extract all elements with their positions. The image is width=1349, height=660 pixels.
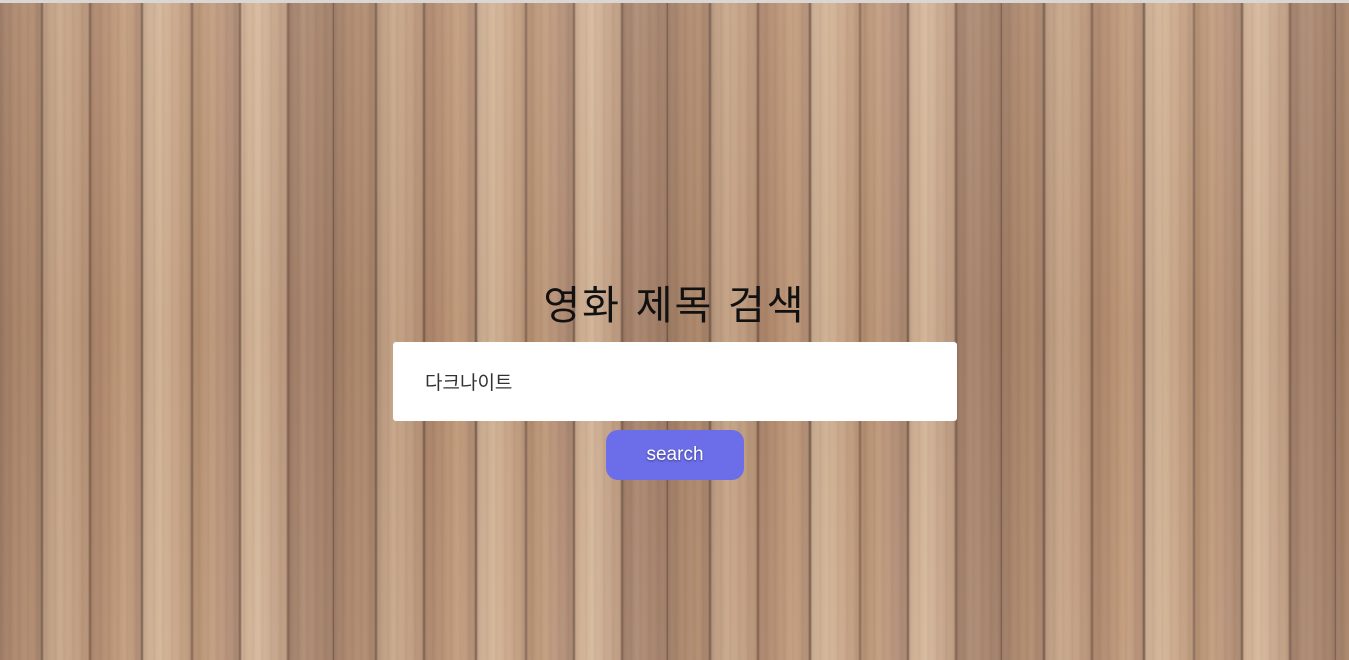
search-button[interactable]: search — [606, 430, 744, 480]
page-title: 영화 제목 검색 — [543, 283, 806, 329]
movie-search-input[interactable] — [393, 342, 957, 421]
search-container: 영화 제목 검색 search — [0, 0, 1349, 660]
